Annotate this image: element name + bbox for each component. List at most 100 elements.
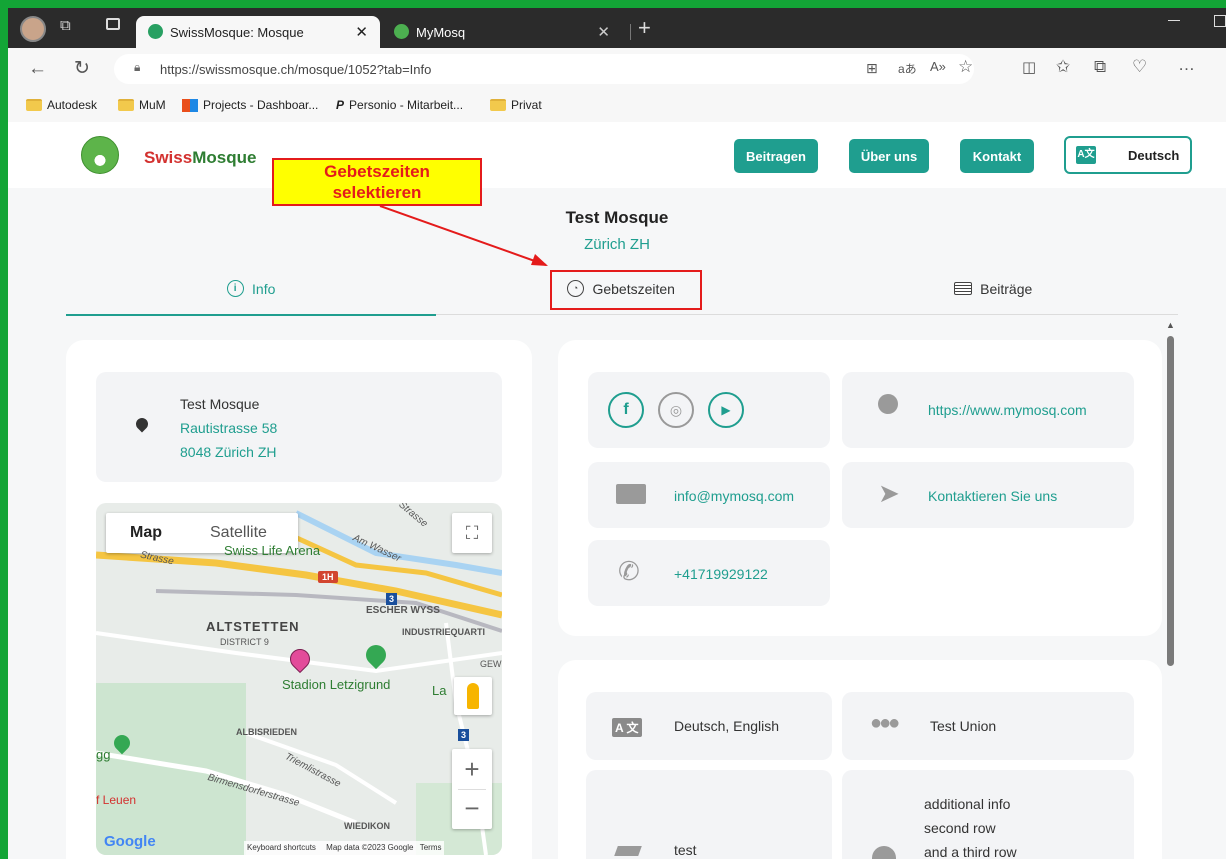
map-road-badge-1h: 1H xyxy=(318,571,338,583)
graduation-cap-icon xyxy=(614,846,642,856)
users-icon: ●●● xyxy=(870,712,900,734)
address-street[interactable]: Rautistrasse 58 xyxy=(180,420,277,436)
social-box: f ◎ ▶ xyxy=(588,372,830,448)
address-name: Test Mosque xyxy=(180,396,260,412)
additional-info-line-2: second row xyxy=(924,820,996,836)
address-city[interactable]: 8048 Zürich ZH xyxy=(180,444,276,460)
minimize-icon[interactable] xyxy=(1168,20,1180,21)
bookmark-label: Projects - Dashboar... xyxy=(203,98,319,112)
refresh-icon[interactable]: ↻ xyxy=(74,57,90,80)
phone-box: ✆ +41719929122 xyxy=(588,540,830,606)
google-map[interactable]: Map Satellite ⛶ Swiss Life Arena Am Wass… xyxy=(96,503,502,855)
url-text: https://swissmosque.ch/mosque/1052?tab=I… xyxy=(160,62,432,77)
map-label-arena: Swiss Life Arena xyxy=(224,543,321,558)
annotation-arrow-head xyxy=(531,254,548,266)
health-icon[interactable]: ♡ xyxy=(1132,57,1147,77)
more-menu-icon[interactable]: … xyxy=(1178,55,1195,75)
zoom-in-icon[interactable]: + xyxy=(452,749,492,789)
tab-actions-icon[interactable] xyxy=(106,18,120,30)
browser-tab-swissmosque[interactable]: SwissMosque: Mosque ✕ xyxy=(136,16,380,48)
favorite-star-icon[interactable]: ☆ xyxy=(958,57,973,77)
phone-link[interactable]: +41719929122 xyxy=(674,566,768,582)
tab-bar: ⧉ SwissMosque: Mosque ✕ MyMosq ✕ + xyxy=(8,8,1226,48)
languages-box: A 文 Deutsch, English xyxy=(586,692,832,760)
terms-link[interactable]: Terms xyxy=(420,843,442,852)
map-road-badge-3a: 3 xyxy=(386,593,398,605)
bookmark-privat[interactable]: Privat xyxy=(490,98,542,112)
text-size-icon[interactable]: A» xyxy=(930,59,946,74)
collections-icon[interactable]: ⧉ xyxy=(1094,57,1106,77)
folder-icon xyxy=(490,99,506,111)
facebook-icon[interactable]: f xyxy=(608,392,644,428)
additional-info-line-1: additional info xyxy=(924,796,1011,812)
map-type-satellite[interactable]: Satellite xyxy=(210,524,267,542)
split-screen-icon[interactable]: ◫ xyxy=(1022,58,1036,76)
zoom-out-icon[interactable]: − xyxy=(452,789,492,829)
workspaces-icon[interactable]: ⧉ xyxy=(60,17,71,34)
contact-card: f ◎ ▶ https://www.mymosq.com info@mymosq… xyxy=(558,340,1162,636)
maximize-icon[interactable] xyxy=(1214,15,1226,27)
web-page: SwissMosque Beitragen Über uns Kontakt A… xyxy=(8,122,1226,859)
education-text: test xyxy=(674,842,697,858)
envelope-icon xyxy=(616,484,646,504)
browser-window: ⧉ SwissMosque: Mosque ✕ MyMosq ✕ + ← ↻ 🔒… xyxy=(0,0,1226,859)
bookmarks-bar: Autodesk MuM Projects - Dashboar... P Per… xyxy=(8,92,1226,123)
bookmark-label: Autodesk xyxy=(47,98,98,112)
bookmark-autodesk[interactable]: Autodesk xyxy=(26,98,97,112)
map-label-stadion: Stadion Letzigrund xyxy=(282,677,391,692)
close-tab-icon[interactable]: ✕ xyxy=(355,23,368,41)
fullscreen-icon[interactable]: ⛶ xyxy=(452,513,492,553)
zoom-control: + − xyxy=(452,749,492,829)
contact-us-link[interactable]: Kontaktieren Sie uns xyxy=(928,488,1057,504)
website-link[interactable]: https://www.mymosq.com xyxy=(928,402,1087,418)
bookmark-personio[interactable]: P Personio - Mitarbeit... xyxy=(336,98,463,112)
bookmark-projects[interactable]: Projects - Dashboar... xyxy=(182,98,318,112)
bookmark-label: Privat xyxy=(511,98,542,112)
globe-icon xyxy=(878,394,898,414)
projects-icon xyxy=(182,98,198,112)
favorites-icon[interactable]: ✩ xyxy=(1056,57,1070,77)
browser-tab-mymosq[interactable]: MyMosq ✕ xyxy=(382,16,622,48)
union-text: Test Union xyxy=(930,718,997,734)
back-icon[interactable]: ← xyxy=(28,58,47,80)
contact-us-box: ➤ Kontaktieren Sie uns xyxy=(842,462,1134,528)
map-type-map[interactable]: Map xyxy=(130,524,162,542)
lock-icon: 🔒︎ xyxy=(134,60,141,74)
additional-info-box: additional info second row and a third r… xyxy=(842,770,1134,859)
bookmark-mum[interactable]: MuM xyxy=(118,98,166,112)
education-box: test xyxy=(586,770,832,859)
location-card: Test Mosque Rautistrasse 58 8048 Zürich … xyxy=(66,340,532,859)
email-link[interactable]: info@mymosq.com xyxy=(674,488,794,504)
map-label-wiedikon: WIEDIKON xyxy=(344,821,390,831)
map-label-industrie: INDUSTRIEQUARTI xyxy=(402,627,485,637)
folder-icon xyxy=(26,99,42,111)
map-label-gew: GEW xyxy=(480,659,502,669)
map-road-badge-3b: 3 xyxy=(458,729,470,741)
map-label-albisrieden: ALBISRIEDEN xyxy=(236,727,298,737)
tab-separator xyxy=(630,24,631,40)
additional-info-line-3: and a third row xyxy=(924,844,1017,859)
read-aloud-icon[interactable]: aあ xyxy=(898,60,917,77)
details-card: A 文 Deutsch, English ●●● Test Union test… xyxy=(558,660,1162,859)
pegman-figure xyxy=(467,683,479,709)
url-bar[interactable]: 🔒︎ https://swissmosque.ch/mosque/1052?ta… xyxy=(114,54,974,84)
mymosq-favicon xyxy=(394,24,409,39)
tab-title: MyMosq xyxy=(416,25,466,40)
youtube-icon[interactable]: ▶ xyxy=(708,392,744,428)
map-label-leuen: f Leuen xyxy=(96,793,137,807)
instagram-icon[interactable]: ◎ xyxy=(658,392,694,428)
folder-icon xyxy=(118,99,134,111)
scrollbar-up-arrow[interactable]: ▲ xyxy=(1166,320,1175,330)
close-tab-icon[interactable]: ✕ xyxy=(597,23,610,41)
app-available-icon[interactable]: ⊞ xyxy=(866,60,878,77)
scrollbar-thumb[interactable] xyxy=(1167,336,1174,666)
map-green-area xyxy=(96,683,246,855)
map-data-text: Map data ©2023 Google xyxy=(326,843,414,852)
map-label-la: La xyxy=(432,683,447,698)
pegman-icon[interactable] xyxy=(454,677,492,715)
map-label-escher: ESCHER WYSS xyxy=(366,605,440,616)
profile-avatar[interactable] xyxy=(20,16,46,42)
new-tab-icon[interactable]: + xyxy=(638,15,651,41)
swissmosque-favicon xyxy=(148,24,163,39)
keyboard-shortcuts-link[interactable]: Keyboard shortcuts xyxy=(247,843,316,852)
